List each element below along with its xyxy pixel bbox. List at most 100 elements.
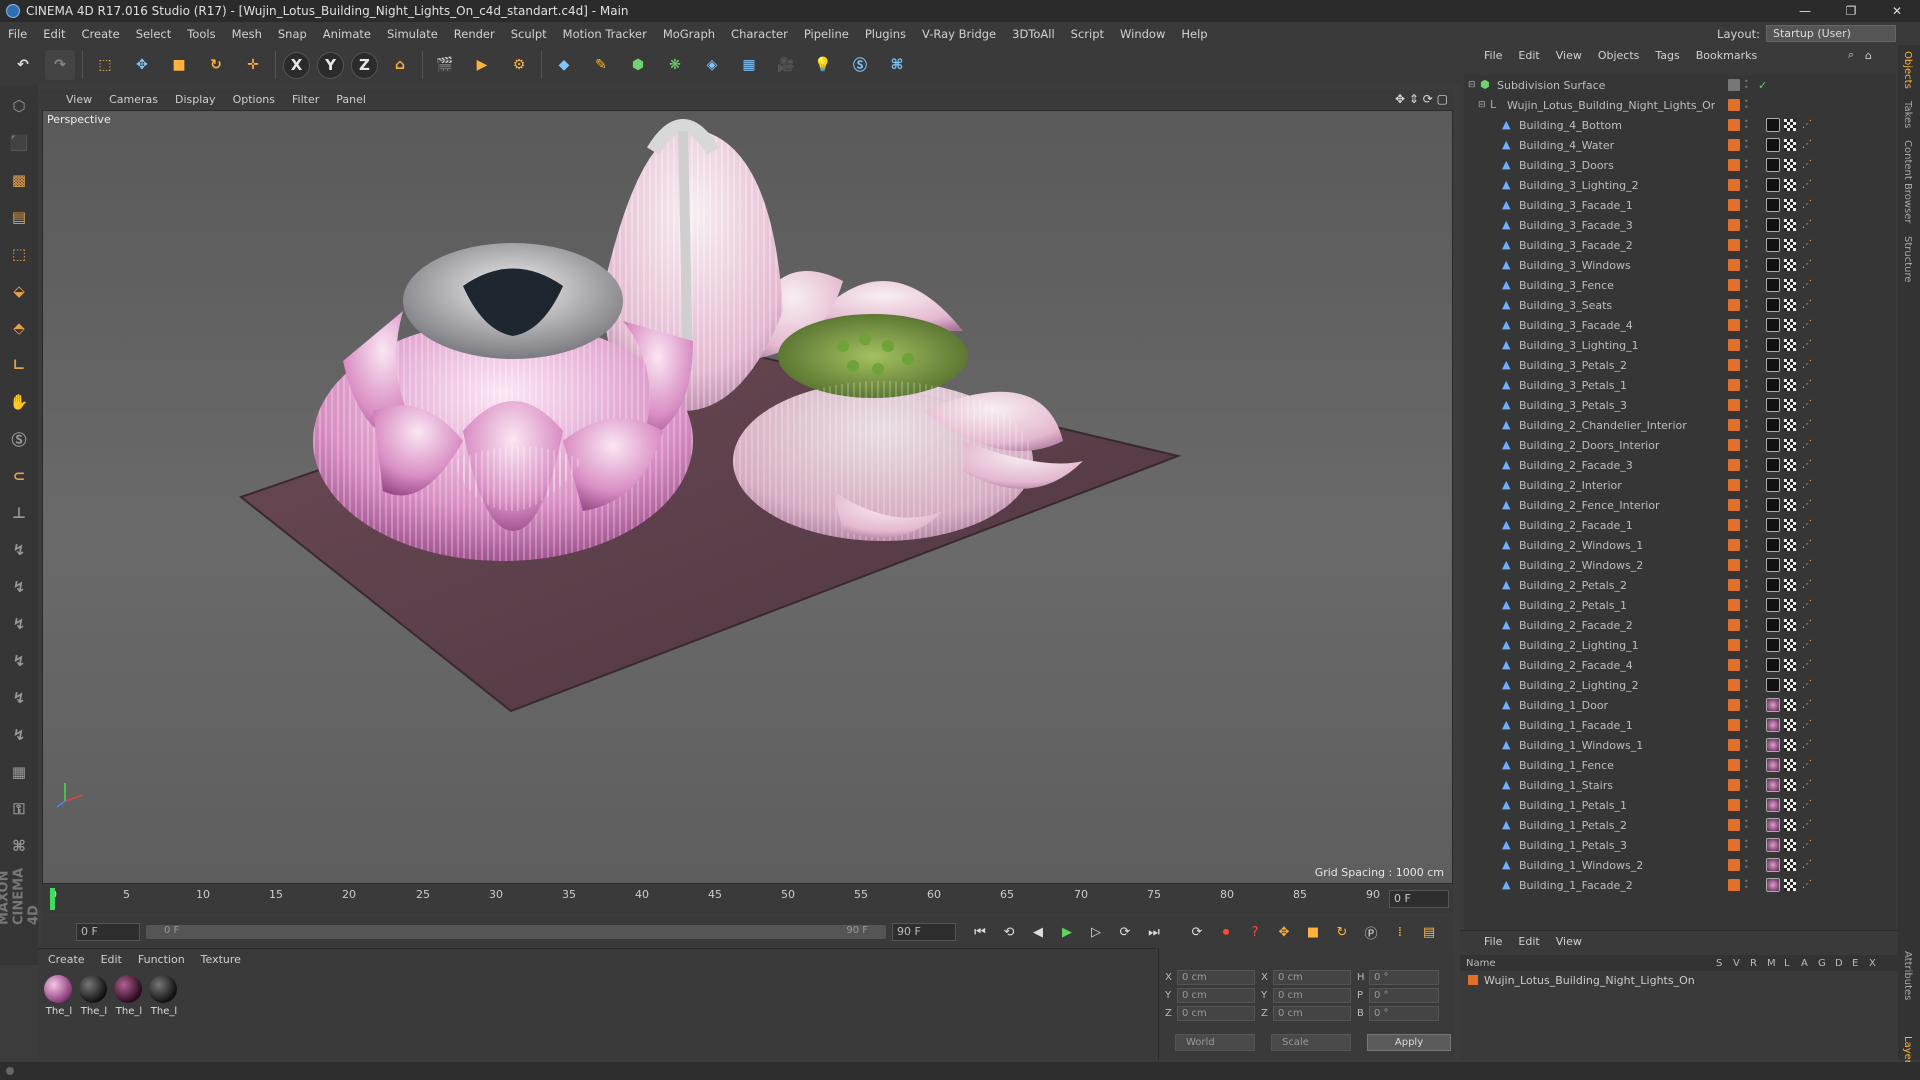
visibility-dots-icon[interactable]: • • [1744,438,1750,452]
object-row[interactable]: ▲ Building_3_Petals_3 • • ⋰ [1464,395,1896,415]
material-tag-icon[interactable] [1766,118,1780,132]
viewport-menu-view[interactable]: View [66,93,92,106]
tab-structure[interactable]: Structure [1898,230,1917,289]
layer-color-tag[interactable] [1728,659,1740,671]
texture-tag-icon[interactable] [1784,339,1796,351]
texture-tag-icon[interactable] [1784,839,1796,851]
texture-tag-icon[interactable] [1784,319,1796,331]
material-tag-icon[interactable] [1766,198,1780,212]
layer-color-tag[interactable] [1728,319,1740,331]
visibility-dots-icon[interactable]: • • [1744,478,1750,492]
position-y-field[interactable]: 0 cm [1177,987,1255,1003]
visibility-dots-icon[interactable]: • • [1744,698,1750,712]
menu-pipeline[interactable]: Pipeline [804,27,849,41]
visibility-dots-icon[interactable]: • • [1744,278,1750,292]
phong-tag-icon[interactable]: ⋰ [1802,499,1814,511]
texture-tag-icon[interactable] [1784,739,1796,751]
phong-tag-icon[interactable]: ⋰ [1802,839,1814,851]
object-row[interactable]: ▲ Building_2_Facade_2 • • ⋰ [1464,615,1896,635]
layer-color-tag[interactable] [1728,259,1740,271]
texture-tag-icon[interactable] [1784,179,1796,191]
material-tag-icon[interactable] [1766,298,1780,312]
move-tool-icon[interactable]: ✥ [127,50,157,80]
layer-color-tag[interactable] [1728,399,1740,411]
3d-viewport[interactable]: Perspective Grid Spacing: 1000 cm [42,110,1453,884]
current-frame-field[interactable]: 0 F [1389,890,1449,908]
object-row[interactable]: ▲ Building_2_Windows_2 • • ⋰ [1464,555,1896,575]
texture-tag-icon[interactable] [1784,479,1796,491]
object-row[interactable]: ▲ Building_3_Petals_2 • • ⋰ [1464,355,1896,375]
menu-select[interactable]: Select [136,27,171,41]
vray-icon[interactable]: Ⓢ [845,50,875,80]
texture-tag-icon[interactable] [1784,379,1796,391]
om-menu-edit[interactable]: Edit [1518,49,1539,62]
tab-content-browser[interactable]: Content Browser [1898,134,1917,229]
layer-color-tag[interactable] [1728,139,1740,151]
visibility-dots-icon[interactable]: • • [1744,818,1750,832]
layer-color-tag[interactable] [1728,479,1740,491]
layer-color-tag[interactable] [1728,879,1740,891]
render-settings-icon[interactable]: ⚙ [504,50,534,80]
material-tag-icon[interactable] [1766,798,1780,812]
visibility-dots-icon[interactable]: • • [1744,718,1750,732]
rotate-tool-icon[interactable]: ↻ [201,50,231,80]
phong-tag-icon[interactable]: ⋰ [1802,659,1814,671]
menu-edit[interactable]: Edit [43,27,65,41]
object-row[interactable]: ▲ Building_2_Windows_1 • • ⋰ [1464,535,1896,555]
render-view-icon[interactable]: 🎬 [430,50,460,80]
key-position-icon[interactable]: ✥ [1272,920,1296,944]
object-row[interactable]: ▲ Building_1_Windows_2 • • ⋰ [1464,855,1896,875]
texture-mode-icon[interactable]: ▩ [4,165,34,195]
visibility-dots-icon[interactable]: • • [1744,158,1750,172]
autokey-icon[interactable]: ? [1243,920,1267,944]
axis-mode-icon[interactable]: ∟ [4,350,34,380]
visibility-dots-icon[interactable]: • • [1744,598,1750,612]
object-row[interactable]: ▲ Building_1_Petals_3 • • ⋰ [1464,835,1896,855]
phong-tag-icon[interactable]: ⋰ [1802,779,1814,791]
om-menu-tags[interactable]: Tags [1655,49,1679,62]
material-tag-icon[interactable] [1766,138,1780,152]
visibility-dots-icon[interactable]: • • [1744,198,1750,212]
menu-sculpt[interactable]: Sculpt [511,27,547,41]
apply-button[interactable]: Apply [1367,1034,1451,1051]
menu-script[interactable]: Script [1071,27,1104,41]
key-rotation-icon[interactable]: ↻ [1330,920,1354,944]
visibility-dots-icon[interactable]: • • [1744,118,1750,132]
visibility-dots-icon[interactable]: • • [1744,838,1750,852]
phong-tag-icon[interactable]: ⋰ [1802,739,1814,751]
phong-tag-icon[interactable]: ⋰ [1802,759,1814,771]
visibility-dots-icon[interactable]: • • [1744,258,1750,272]
layer-color-tag[interactable] [1728,799,1740,811]
object-row[interactable]: ▲ Building_1_Petals_2 • • ⋰ [1464,815,1896,835]
visibility-dots-icon[interactable]: • • [1744,418,1750,432]
expand-toggle-icon[interactable]: ⊟ [1468,80,1480,90]
texture-tag-icon[interactable] [1784,539,1796,551]
enabled-check-icon[interactable]: ✓ [1758,79,1767,92]
visibility-dots-icon[interactable]: • • [1744,398,1750,412]
menu-plugins[interactable]: Plugins [865,27,906,41]
phong-tag-icon[interactable]: ⋰ [1802,479,1814,491]
material-tag-icon[interactable] [1766,718,1780,732]
timeline-ruler[interactable]: 0 5 10 15 20 25 30 35 40 45 50 55 60 65 … [42,886,1453,914]
phong-tag-icon[interactable]: ⋰ [1802,299,1814,311]
material-tag-icon[interactable] [1766,738,1780,752]
texture-tag-icon[interactable] [1784,259,1796,271]
key-scale-icon[interactable]: ■ [1301,920,1325,944]
material-tag-icon[interactable] [1766,638,1780,652]
visibility-dots-icon[interactable]: • • [1744,358,1750,372]
phong-tag-icon[interactable]: ⋰ [1802,319,1814,331]
visibility-dots-icon[interactable]: • • [1744,458,1750,472]
visibility-dots-icon[interactable]: • • [1744,578,1750,592]
layer-color-tag[interactable] [1728,679,1740,691]
lm-menu-view[interactable]: View [1556,935,1582,948]
position-x-field[interactable]: 0 cm [1177,969,1255,985]
tab-objects[interactable]: Objects [1898,45,1917,95]
snap-icon[interactable]: Ⓢ [4,424,34,454]
render-picture-viewer-icon[interactable]: ▶ [467,50,497,80]
phong-tag-icon[interactable]: ⋰ [1802,179,1814,191]
layer-color-tag[interactable] [1728,719,1740,731]
material-tag-icon[interactable] [1766,658,1780,672]
material-tag-icon[interactable] [1766,178,1780,192]
layer-color-tag[interactable] [1728,279,1740,291]
magnet-icon[interactable]: ⊂ [4,461,34,491]
